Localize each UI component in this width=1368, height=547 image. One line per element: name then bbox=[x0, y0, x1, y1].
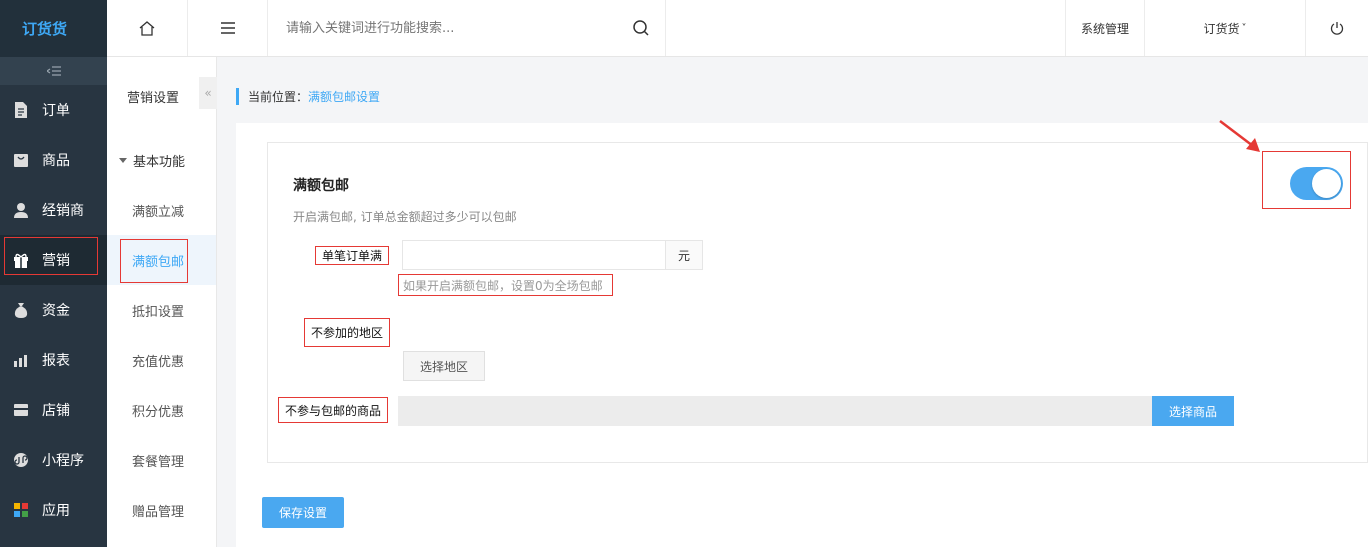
subnav-item-gifts[interactable]: 赠品管理 bbox=[107, 485, 216, 535]
double-chevron-left-icon: « bbox=[204, 86, 212, 100]
sidebar-item-label: 小程序 bbox=[42, 453, 84, 469]
sidebar-item-label: 营销 bbox=[42, 253, 70, 269]
search-input[interactable] bbox=[268, 0, 666, 56]
breadcrumb: 当前位置： 满额包邮设置 bbox=[236, 88, 380, 105]
hamburger-icon bbox=[220, 22, 235, 34]
chevron-down-icon: ˅ bbox=[1241, 22, 1247, 34]
sidebar-item-products[interactable]: 商品 bbox=[0, 135, 107, 185]
apps-icon bbox=[12, 501, 30, 519]
order-min-hint: 如果开启满额包邮，设置0为全场包邮 bbox=[398, 274, 613, 296]
subnav-item-packages[interactable]: 套餐管理 bbox=[107, 435, 216, 485]
breadcrumb-current[interactable]: 满额包邮设置 bbox=[308, 88, 380, 105]
subnav-item-deduction[interactable]: 抵扣设置 bbox=[107, 285, 216, 335]
sidebar-item-store[interactable]: 店铺 bbox=[0, 385, 107, 435]
brand-logo[interactable]: 订货货 bbox=[0, 0, 107, 57]
home-icon bbox=[139, 20, 155, 36]
subnav-group-basic[interactable]: 基本功能 bbox=[107, 135, 216, 185]
system-management-button[interactable]: 系统管理 bbox=[1065, 0, 1145, 56]
menu-toggle-button[interactable] bbox=[188, 0, 268, 56]
bag-icon bbox=[12, 151, 30, 169]
sidebar-item-label: 商品 bbox=[42, 153, 70, 169]
collapse-menu-icon bbox=[46, 66, 61, 76]
home-button[interactable] bbox=[107, 0, 188, 56]
caret-down-icon bbox=[119, 157, 127, 163]
subnav-item-points[interactable]: 积分优惠 bbox=[107, 385, 216, 435]
main-sidebar: 订货货 订单 商品 经销商 营销 资金 报表 店铺 小程序 应用 bbox=[0, 0, 107, 547]
subnav-item-recharge[interactable]: 充值优惠 bbox=[107, 335, 216, 385]
annotation-arrow-icon bbox=[1219, 120, 1260, 152]
order-min-amount-input[interactable] bbox=[402, 240, 666, 270]
excluded-goods-label: 不参与包邮的商品 bbox=[278, 397, 388, 423]
sidebar-item-dealers[interactable]: 经销商 bbox=[0, 185, 107, 235]
search-icon[interactable] bbox=[632, 19, 650, 37]
sidebar-item-orders[interactable]: 订单 bbox=[0, 85, 107, 135]
top-bar: 系统管理 订货货˅ bbox=[107, 0, 1368, 57]
sidebar-item-label: 资金 bbox=[42, 303, 70, 319]
document-icon bbox=[12, 101, 30, 119]
sidebar-item-label: 报表 bbox=[42, 353, 70, 369]
subnav-item-free-shipping[interactable]: 满额包邮 bbox=[107, 235, 216, 285]
user-icon bbox=[12, 201, 30, 219]
sidebar-item-label: 订单 bbox=[42, 103, 70, 119]
sidebar-item-label: 经销商 bbox=[42, 203, 84, 219]
breadcrumb-prefix: 当前位置： bbox=[248, 90, 309, 104]
save-settings-button[interactable]: 保存设置 bbox=[262, 497, 344, 528]
subnav-collapse-button[interactable]: « bbox=[199, 77, 217, 109]
power-icon bbox=[1330, 22, 1344, 35]
sidebar-item-marketing[interactable]: 营销 bbox=[0, 235, 107, 285]
annotation-box bbox=[1262, 151, 1351, 209]
subnav-item-full-reduction[interactable]: 满额立减 bbox=[107, 185, 216, 235]
free-shipping-toggle[interactable] bbox=[1290, 167, 1343, 200]
currency-unit: 元 bbox=[665, 240, 703, 270]
excluded-regions-label: 不参加的地区 bbox=[304, 318, 390, 347]
select-goods-button[interactable]: 选择商品 bbox=[1152, 396, 1234, 426]
panel-description: 开启满包邮, 订单总金额超过多少可以包邮 bbox=[293, 210, 517, 224]
toggle-knob bbox=[1312, 169, 1341, 198]
sidebar-item-funds[interactable]: 资金 bbox=[0, 285, 107, 335]
select-region-button[interactable]: 选择地区 bbox=[403, 351, 485, 381]
marketing-subnav: 营销设置 « 基本功能 满额立减 满额包邮 抵扣设置 充值优惠 积分优惠 套餐管… bbox=[107, 57, 217, 547]
account-menu[interactable]: 订货货 ˅ bbox=[1145, 0, 1306, 56]
sidebar-item-apps[interactable]: 应用 bbox=[0, 485, 107, 535]
subnav-group-label: 基本功能 bbox=[133, 154, 186, 170]
sidebar-item-label: 应用 bbox=[42, 503, 70, 519]
bar-chart-icon bbox=[12, 351, 30, 369]
sidebar-item-mini-program[interactable]: 小程序 bbox=[0, 435, 107, 485]
excluded-goods-field[interactable] bbox=[398, 396, 1152, 426]
logout-button[interactable] bbox=[1306, 0, 1368, 56]
account-name: 订货货 bbox=[1203, 21, 1240, 36]
sidebar-item-reports[interactable]: 报表 bbox=[0, 335, 107, 385]
sidebar-item-label: 店铺 bbox=[42, 403, 70, 419]
gift-icon bbox=[12, 251, 30, 269]
money-bag-icon bbox=[12, 301, 30, 319]
mini-program-icon bbox=[12, 451, 30, 469]
panel-title: 满额包邮 bbox=[293, 178, 349, 194]
order-min-label: 单笔订单满 bbox=[315, 246, 389, 265]
sidebar-collapse-button[interactable] bbox=[0, 57, 107, 85]
store-icon bbox=[12, 401, 30, 419]
